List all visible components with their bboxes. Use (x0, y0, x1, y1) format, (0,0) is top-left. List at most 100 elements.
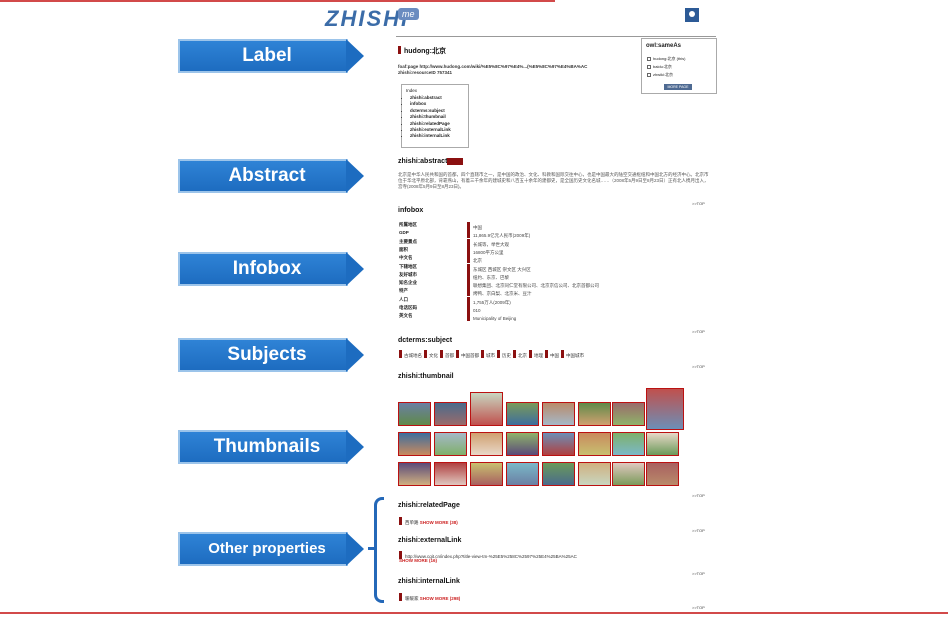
infobox-row: 知名企业联想集团、北京同仁堂有限公司、北京京信公司、北京首都公司 (399, 280, 699, 289)
thumbnail-image[interactable] (470, 462, 503, 486)
thumbnail-image[interactable] (578, 432, 611, 456)
totop-link[interactable]: >>TOP (692, 493, 705, 498)
subject-tag[interactable]: 首都 (445, 353, 454, 358)
internal-link-entry: 暖暖家 SHOW MORE (298) (399, 593, 460, 602)
subject-tag[interactable]: 城市 (486, 353, 495, 358)
totop-link[interactable]: >>TOP (692, 605, 705, 610)
infobox-key: 中文名 (399, 255, 413, 261)
top-rule (0, 0, 555, 2)
infobox-row: 特产 烤鸭、京白梨、北京米、豆汁 (399, 288, 699, 297)
infobox-value-text: 北京 (473, 258, 482, 264)
thumbnail-image[interactable] (612, 402, 645, 426)
totop-link[interactable]: >>TOP (692, 201, 705, 206)
bottom-rule (0, 612, 948, 614)
infobox-row: 主要景点 长城等，举世大观 (399, 238, 699, 247)
related-show-more[interactable]: SHOW MORE (38) (420, 520, 458, 525)
infobox-value-text: 纽约、东京、巴黎 (473, 274, 509, 280)
infobox-row: 友好城市 纽约、东京、巴黎 (399, 271, 699, 280)
thumbnail-image[interactable] (612, 462, 645, 486)
sameas-item[interactable]: baidu:北京 (647, 64, 672, 70)
subject-tag[interactable]: 古城地名 (404, 353, 422, 358)
subject-tag[interactable]: 中国 (550, 353, 559, 358)
more-page-button[interactable]: MORE PAGE (664, 84, 692, 90)
infobox-value-text: 16800平方公里 (473, 249, 504, 255)
related-page-link[interactable]: 西单路 (405, 520, 419, 525)
infobox-value-marker (467, 288, 470, 297)
thumbnail-image[interactable] (612, 432, 645, 456)
index-title: Index (406, 88, 418, 93)
internal-link-item[interactable]: 暖暖家 (405, 596, 419, 601)
totop-link[interactable]: >>TOP (692, 329, 705, 334)
subject-marker (545, 350, 548, 358)
thumbnail-image[interactable] (646, 388, 684, 430)
index-item[interactable]: zhishi:internalLink (410, 133, 451, 139)
infobox-value-text: 长城等，举世大观 (473, 241, 509, 247)
infobox-value-marker (467, 305, 470, 313)
internal-show-more[interactable]: SHOW MORE (298) (420, 596, 461, 601)
thumbnail-image[interactable] (646, 462, 679, 486)
thumbnail-image[interactable] (506, 462, 539, 486)
sameas-item[interactable]: zhwiki:北京 (647, 72, 673, 78)
checkbox-icon[interactable] (647, 65, 651, 69)
thumbnail-image[interactable] (470, 432, 503, 456)
infobox-value: 010 (467, 305, 481, 313)
checkbox-icon[interactable] (647, 57, 651, 61)
infobox-value-marker (467, 238, 470, 247)
subject-tag[interactable]: 地理 (534, 353, 543, 358)
index-item[interactable]: zhishi:thumbnail (410, 114, 451, 120)
label-title-text: hudong:北京 (404, 48, 446, 55)
infobox-row: 所属地区 中国 (399, 222, 699, 230)
thumbnail-image[interactable] (578, 402, 611, 426)
related-marker (399, 517, 402, 525)
internal-link-title: zhishi:internalLink (398, 578, 460, 585)
thumbnail-image[interactable] (398, 462, 431, 486)
infobox-value-text: Municipality of Beijing (473, 316, 517, 322)
thumbnail-image[interactable] (542, 462, 575, 486)
subject-tag[interactable]: 北京 (518, 353, 527, 358)
thumbnail-image[interactable] (434, 462, 467, 486)
thumbnail-image[interactable] (434, 432, 467, 456)
thumbnail-image[interactable] (542, 402, 575, 426)
sameas-item[interactable]: hudong:北京 (this) (647, 56, 685, 62)
infobox-row: 中文名北京 (399, 255, 699, 264)
callout-label-text: Label (242, 45, 292, 66)
infobox-row: 电话区码 010 (399, 305, 699, 313)
thumbnail-image[interactable] (646, 432, 679, 456)
totop-link[interactable]: >>TOP (692, 528, 705, 533)
thumbnail-image[interactable] (506, 432, 539, 456)
thumbnail-image[interactable] (506, 402, 539, 426)
label-title: hudong:北京 (398, 46, 446, 56)
zhishi-logo[interactable]: ZHISHI (325, 6, 409, 32)
subject-tag[interactable]: 历史 (502, 353, 511, 358)
infobox-key: 特产 (399, 288, 408, 294)
thumbnail-image[interactable] (578, 462, 611, 486)
rdf-icon[interactable] (685, 8, 699, 22)
subjects-list: 古城地名 文化 首都 中国首都 城市 历史 北京 地理 中国 中国城市 (399, 350, 586, 359)
label-marker (398, 46, 401, 54)
external-show-more[interactable]: SHOW MORE (16) (399, 558, 437, 563)
infobox-value-text: 联想集团、北京同仁堂有限公司、北京京信公司、北京首都公司 (473, 283, 599, 289)
callout-thumbnails-text: Thumbnails (213, 436, 321, 457)
infobox-key: 所属地区 (399, 222, 417, 227)
sameas-title: owl:sameAs (646, 43, 682, 49)
thumbnail-image[interactable] (542, 432, 575, 456)
subject-tag[interactable]: 中国首都 (461, 353, 479, 358)
infobox-row: 英文名 Municipality of Beijing (399, 313, 699, 322)
infobox-key: GDP (399, 230, 409, 236)
thumbnail-image[interactable] (470, 392, 503, 426)
checkbox-icon[interactable] (647, 73, 651, 77)
totop-link[interactable]: >>TOP (692, 571, 705, 576)
subject-tag[interactable]: 文化 (429, 353, 438, 358)
infobox-value-text: 1,755万人(2009年) (473, 299, 511, 305)
abstract-language-tag (447, 158, 463, 165)
related-page-title: zhishi:relatedPage (398, 502, 460, 509)
other-properties-bracket (374, 497, 384, 603)
index-list: zhishi:abstract infobox dcterms:subject … (410, 95, 451, 140)
thumbnail-image[interactable] (398, 402, 431, 426)
thumbnail-image[interactable] (434, 402, 467, 426)
subject-tag[interactable]: 中国城市 (566, 353, 584, 358)
thumbnail-image[interactable] (398, 432, 431, 456)
infobox-key: 英文名 (399, 313, 413, 319)
infobox-key: 知名企业 (399, 280, 417, 286)
totop-link[interactable]: >>TOP (692, 364, 705, 369)
